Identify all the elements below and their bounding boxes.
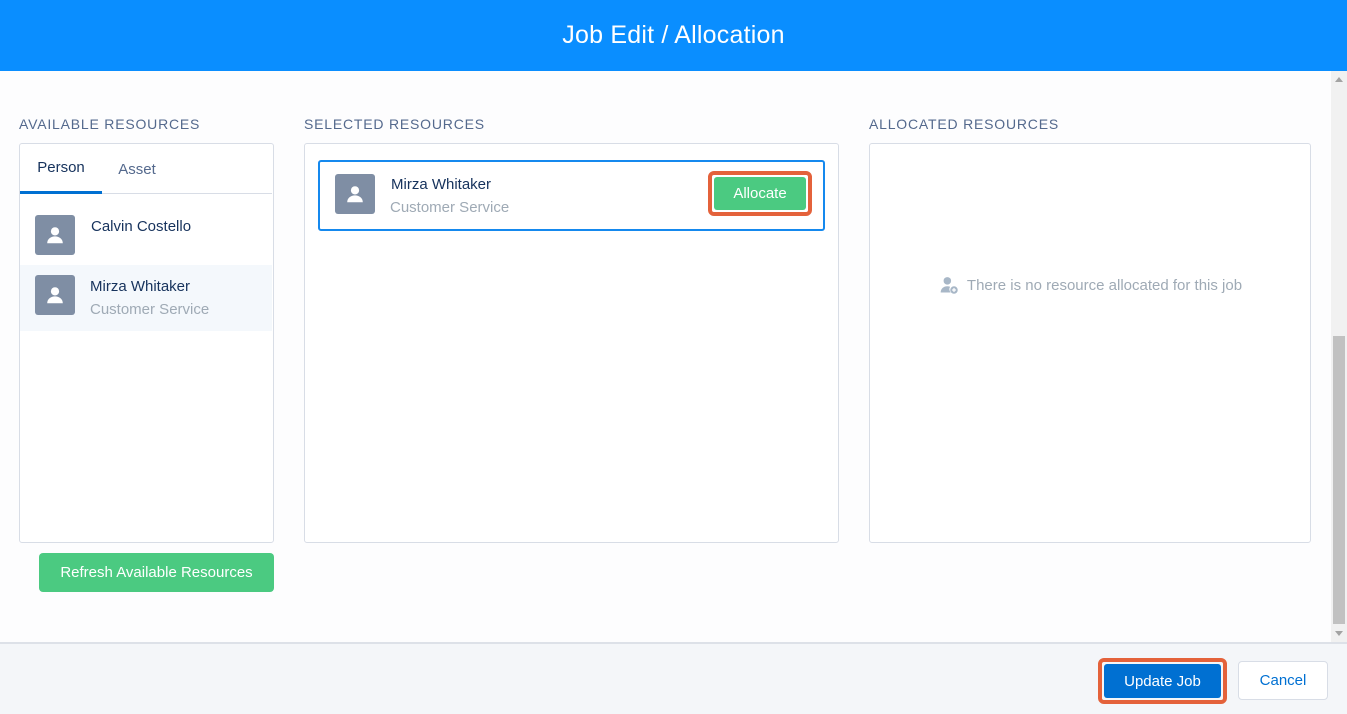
- resource-role: Customer Service: [90, 301, 210, 318]
- modal-title: Job Edit / Allocation: [562, 21, 785, 49]
- allocated-resources-title: ALLOCATED RESOURCES: [869, 116, 1059, 132]
- scroll-thumb[interactable]: [1333, 336, 1345, 624]
- empty-state-message: There is no resource allocated for this …: [966, 276, 1243, 294]
- resource-role: Customer Service: [390, 199, 510, 216]
- selected-resource-card: Mirza Whitaker Customer Service Allocate: [318, 160, 825, 231]
- modal-footer: Update Job Cancel: [0, 642, 1347, 714]
- allocate-highlight: Allocate: [708, 171, 812, 216]
- resource-name: Calvin Costello: [91, 218, 192, 235]
- available-resource-item-selected[interactable]: Mirza Whitaker Customer Service: [20, 265, 272, 331]
- empty-state: There is no resource allocated for this …: [870, 275, 1311, 295]
- tab-person[interactable]: Person: [20, 144, 102, 194]
- selected-resources-title: SELECTED RESOURCES: [304, 116, 485, 132]
- user-icon: [35, 275, 75, 315]
- update-job-highlight: Update Job: [1098, 658, 1227, 704]
- user-icon: [35, 215, 75, 255]
- available-resource-item[interactable]: Calvin Costello: [20, 202, 272, 268]
- resource-name: Mirza Whitaker: [90, 278, 191, 295]
- available-resources-panel: Person Asset Calvin Costello Mirza Whita…: [19, 143, 274, 543]
- scroll-down-arrow-icon[interactable]: [1335, 631, 1343, 636]
- resource-name: Mirza Whitaker: [391, 176, 492, 193]
- user-add-icon: [940, 277, 958, 294]
- vertical-scrollbar[interactable]: [1331, 71, 1347, 642]
- tab-asset[interactable]: Asset: [102, 144, 172, 194]
- refresh-available-resources-button[interactable]: Refresh Available Resources: [39, 553, 274, 592]
- allocated-resources-panel: There is no resource allocated for this …: [869, 143, 1311, 543]
- scroll-up-arrow-icon[interactable]: [1335, 77, 1343, 82]
- available-resources-title: AVAILABLE RESOURCES: [19, 116, 201, 132]
- allocate-button[interactable]: Allocate: [714, 177, 806, 210]
- user-icon: [335, 174, 375, 214]
- selected-resources-panel: Mirza Whitaker Customer Service Allocate: [304, 143, 839, 543]
- update-job-button[interactable]: Update Job: [1104, 664, 1221, 698]
- cancel-button[interactable]: Cancel: [1238, 661, 1328, 700]
- modal-header: Job Edit / Allocation: [0, 0, 1347, 71]
- resource-type-tabs: Person Asset: [20, 144, 272, 194]
